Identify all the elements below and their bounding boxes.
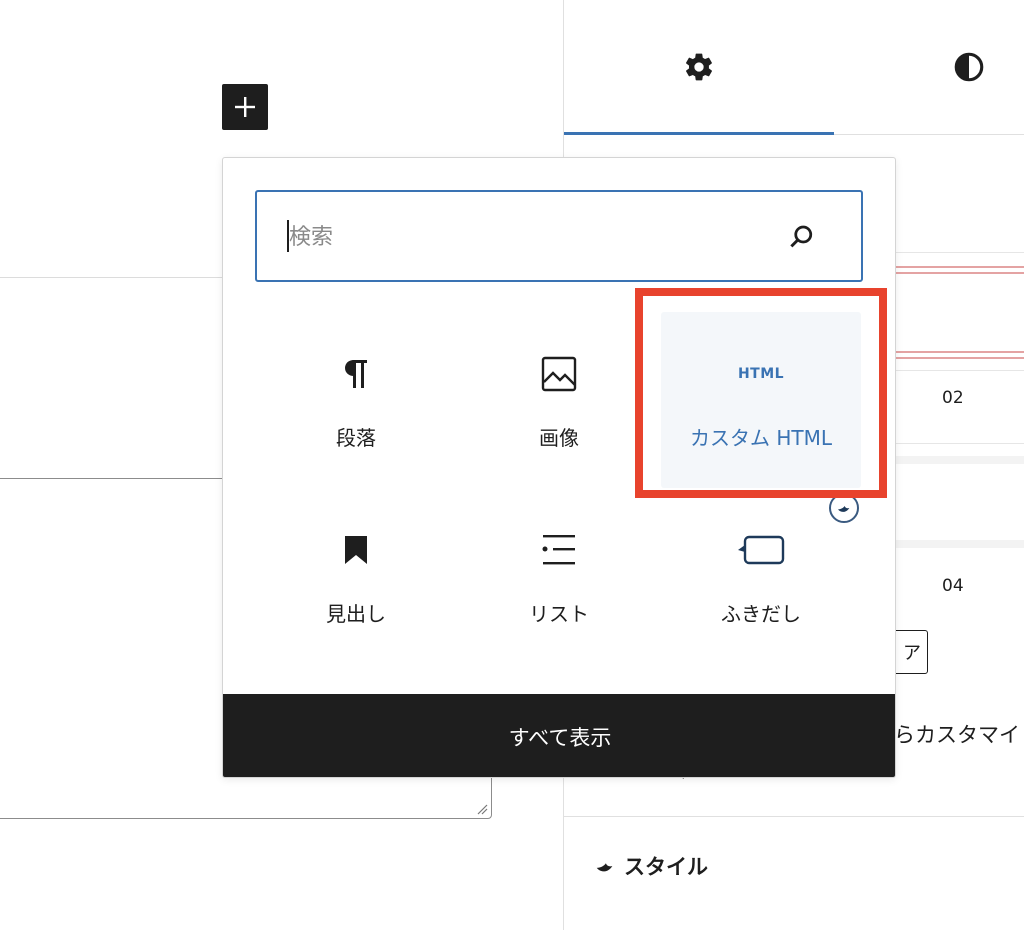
block-item-list[interactable]: リスト	[459, 488, 659, 664]
block-item-label: 見出し	[326, 602, 386, 626]
search-icon[interactable]	[787, 222, 817, 252]
block-item-heading[interactable]: 見出し	[256, 488, 456, 664]
style-icon	[596, 863, 613, 872]
gear-icon	[686, 53, 712, 81]
option-bar	[894, 540, 1024, 548]
bookmark-icon	[344, 530, 368, 570]
style-panel-label: スタイル	[624, 855, 708, 879]
divider	[894, 370, 1024, 371]
highlight-frame	[635, 288, 887, 498]
divider	[0, 277, 222, 278]
style-panel[interactable]: スタイル	[564, 816, 1024, 931]
plus-icon	[235, 97, 255, 117]
block-item-paragraph[interactable]: 段落	[256, 312, 456, 488]
pilcrow-icon	[343, 354, 369, 394]
show-all-button[interactable]: すべて表示	[223, 694, 895, 777]
search-box[interactable]	[255, 190, 863, 282]
divider	[894, 266, 1024, 268]
sidebar-tabs	[564, 0, 1024, 135]
divider	[894, 272, 1024, 274]
style-panel-title: スタイル	[594, 851, 708, 881]
speech-bubble-icon	[737, 530, 785, 570]
divider	[894, 357, 1024, 359]
option-number: 02	[942, 388, 964, 408]
block-item-label: 段落	[336, 426, 376, 450]
tab-styles[interactable]	[834, 0, 1024, 134]
block-inserter-toggle-button[interactable]	[222, 84, 268, 130]
resize-handle-icon[interactable]	[476, 803, 488, 815]
tab-settings[interactable]	[564, 0, 834, 135]
block-item-image[interactable]: 画像	[459, 312, 659, 488]
show-all-label: すべて表示	[508, 725, 612, 750]
clear-button-label: ア	[903, 643, 921, 664]
option-number: 04	[942, 576, 964, 596]
block-item-label: 画像	[539, 426, 579, 450]
option-bar	[894, 456, 1024, 464]
image-icon	[541, 354, 577, 394]
block-item-label: ふきだし	[721, 602, 801, 626]
block-item-label: リスト	[529, 602, 589, 626]
list-icon	[541, 530, 577, 570]
search-input[interactable]	[287, 214, 771, 260]
contrast-icon	[954, 52, 984, 82]
divider	[894, 443, 1024, 444]
divider	[894, 252, 1024, 253]
customize-text: らカスタマイ	[894, 723, 1020, 747]
divider	[894, 351, 1024, 353]
